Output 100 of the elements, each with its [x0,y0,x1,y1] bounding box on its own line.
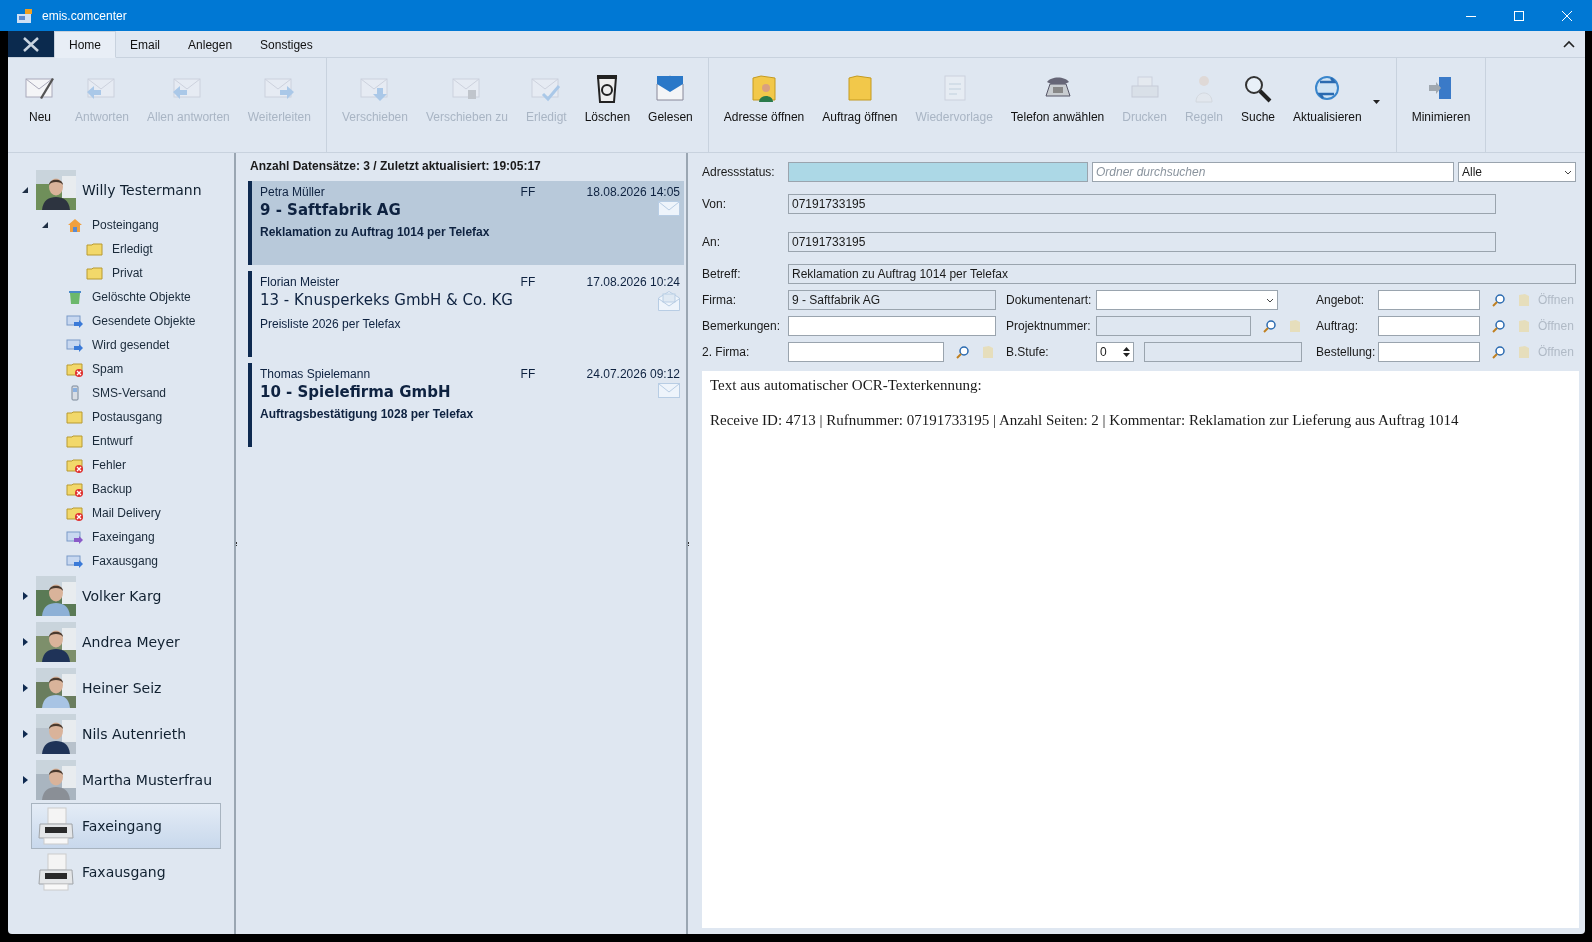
message-date: 17.08.2026 10:24 [586,275,680,289]
body-text: Text aus automatischer OCR-Texterkennung: [710,377,983,394]
folder-item[interactable]: Spam [90,361,126,377]
spinner-arrows-icon [1123,346,1130,358]
fax-item[interactable]: Faxausgang [32,850,220,894]
search-icon[interactable] [1492,293,1506,307]
message-subject: Auftragsbestätigung 1028 per Telefax [260,407,475,421]
ribbon-tab[interactable]: Sonstiges [246,31,327,58]
ribbon-tab[interactable]: Anlegen [174,31,247,58]
phone-field[interactable]: 07191733195 [788,194,1496,214]
phone-field[interactable]: 07191733195 [788,232,1496,252]
folder-item[interactable]: Mail Delivery [90,505,163,521]
folder-item[interactable]: Faxausgang [90,553,161,569]
message-subject: Reklamation zu Auftrag 1014 per Telefax [260,225,491,239]
message-subject: Preisliste 2026 per Telefax [260,317,402,331]
folder-item[interactable]: Gesendete Objekte [90,313,198,329]
message-title: 9 - Saftfabrik AG [260,201,402,219]
body-text: Receive ID: 4713 | Rufnummer: 07191733195 | Anzahl Seiten: 2 | Kommentar: Reklamation zur Lieferung aus Auftrag 1014 [710,412,1460,429]
text-field[interactable] [1378,316,1480,336]
envelope-icon [658,383,680,398]
toolbar-button[interactable]: Auftrag öffnen [813,68,907,128]
tools-menu-button[interactable] [8,31,54,57]
folder-icon [66,433,84,449]
chevron-down-icon [1564,169,1572,175]
search-icon[interactable] [956,345,970,359]
search-icon[interactable] [1263,319,1277,333]
filter-dropdown[interactable]: Alle [1458,162,1576,182]
account-item[interactable]: Martha Musterfrau [32,758,220,802]
dropdown-caret-icon[interactable] [1372,100,1380,104]
account-item[interactable]: Willy Testermann [32,168,220,212]
toolbar-button[interactable]: Adresse öffnen [714,68,814,128]
expand-arrow-icon[interactable] [21,592,29,600]
message-title: 13 - Knusperkeks GmbH & Co. KG [260,291,514,309]
account-item[interactable]: Volker Karg [32,574,220,618]
toolbar-button[interactable]: Aktualisieren [1284,68,1371,128]
window-title: emis.comcenter [42,8,127,23]
expand-arrow-icon[interactable] [21,638,29,646]
text-field[interactable] [788,316,996,336]
number-spinner[interactable]: 0 [1096,342,1134,362]
folder-item[interactable]: Fehler [90,457,128,473]
message-item[interactable]: Petra Müller FF 18.08.2026 14:05 9 - Saftfabrik AG Reklamation zu Auftrag 1014 per Telefax [248,181,684,265]
collapse-arrow-icon[interactable] [41,221,49,229]
folder-item[interactable]: Postausgang [90,409,165,425]
toolbar-button[interactable]: Suche [1231,68,1284,128]
folder-item[interactable]: Gelöschte Objekte [90,289,193,305]
account-item[interactable]: Andrea Meyer [32,620,220,664]
text-field[interactable] [788,342,944,362]
account-item[interactable]: Nils Autenrieth [32,712,220,756]
text-field[interactable] [1378,342,1480,362]
folder-item[interactable]: Privat [110,265,145,281]
expand-arrow-icon[interactable] [21,776,29,784]
toolbar-button[interactable]: Neu [14,68,66,128]
toolbar-button[interactable]: Telefon anwählen [1001,68,1114,128]
field-label: Adressstatus: [702,165,776,179]
fax-item[interactable]: Faxeingang [32,804,220,848]
field-label: Angebot: [1316,293,1366,307]
text-field[interactable] [1144,342,1302,362]
folder-item[interactable]: Backup [90,481,135,497]
toolbar-button[interactable]: Minimieren [1402,68,1480,128]
open-envelope-icon [658,291,680,311]
account-item[interactable]: Heiner Seiz [32,666,220,710]
field-label: Firma: [702,293,737,307]
folder-item[interactable]: Erledigt [110,241,155,257]
expand-arrow-icon[interactable] [21,684,29,692]
record-count-text: Anzahl Datensätze: 3 / Zuletzt aktualisiert: 19:05:17 [249,159,542,175]
dropdown-field[interactable] [1096,290,1278,310]
address-status-field[interactable] [788,162,1088,182]
subject-field[interactable]: Reklamation zu Auftrag 1014 per Telefax [788,264,1576,284]
field-label: Auftrag: [1316,319,1360,333]
app-icon [16,7,34,24]
field-label: 2. Firma: [702,345,751,359]
toolbar-button[interactable]: Löschen [575,68,640,128]
field-label: Von: [702,197,728,211]
field-label: Betreff: [702,267,742,281]
folder-item[interactable]: Entwurf [90,433,135,449]
fax-machine-icon [36,852,76,892]
expand-arrow-icon[interactable] [21,730,29,738]
search-icon[interactable] [1492,345,1506,359]
ribbon-tab[interactable]: Email [116,31,175,58]
field-label: B.Stufe: [1006,345,1050,359]
field-label: An: [702,235,721,249]
search-icon[interactable] [1492,319,1506,333]
folder-item[interactable]: Faxeingang [90,529,157,545]
folder-item[interactable]: Wird gesendet [90,337,172,353]
collapse-ribbon-icon[interactable] [1563,40,1575,48]
message-date: 24.07.2026 09:12 [586,367,680,381]
toolbar-button[interactable]: Gelesen [639,68,702,128]
house-icon [66,217,84,233]
channel-label: FF [520,275,537,289]
field-label: Dokumentenart: [1006,293,1092,307]
ribbon-tab[interactable]: Home [54,31,116,58]
fax-machine-icon [36,806,76,846]
search-field[interactable]: Ordner durchsuchen [1092,162,1454,182]
folder-item[interactable]: SMS-Versand [90,385,169,401]
folder-icon [86,265,104,281]
collapse-arrow-icon[interactable] [21,186,29,194]
envelope-icon [658,201,680,216]
folder-item[interactable]: Posteingang [90,217,161,233]
folder-error-icon [66,457,84,473]
text-field[interactable] [1378,290,1480,310]
